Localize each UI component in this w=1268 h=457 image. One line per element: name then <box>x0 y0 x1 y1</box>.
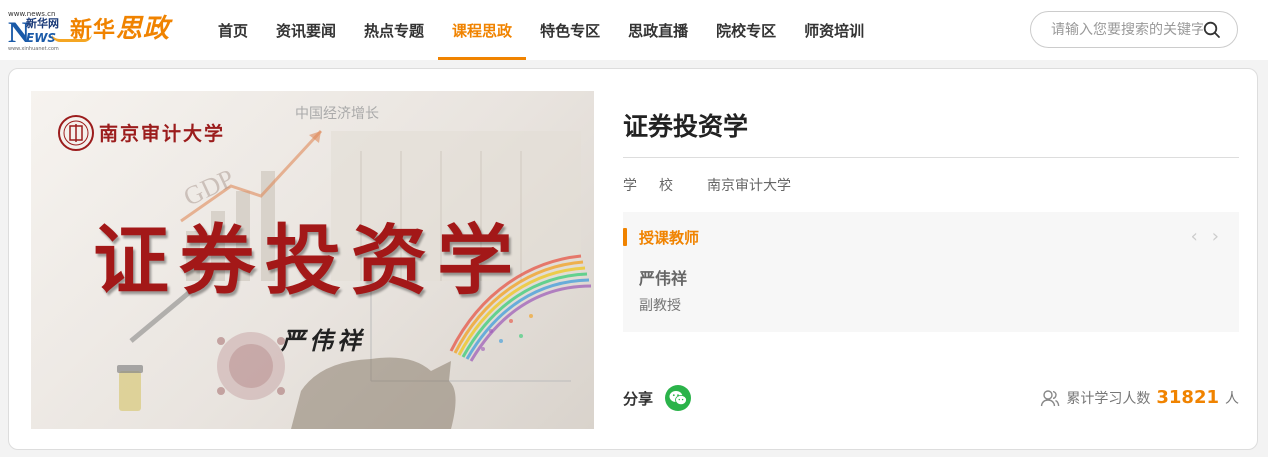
users-icon <box>1041 389 1060 406</box>
search-box <box>1030 11 1238 48</box>
teacher-panel: 授课教师 ‹ › 严伟祥 副教授 <box>623 212 1239 332</box>
search-icon[interactable] <box>1203 21 1221 39</box>
learner-stats: 累计学习人数 31821 人 <box>1040 387 1239 408</box>
stats-label: 累计学习人数 <box>1066 391 1151 407</box>
course-info-panel: 证券投资学 学校 南京审计大学 授课教师 ‹ › 严伟祥 副教授 分享 累计学习… <box>623 69 1239 451</box>
wechat-icon <box>669 391 687 405</box>
cover-econ-label: 中国经济增长 <box>295 106 379 122</box>
cover-teacher-name: 严伟祥 <box>281 326 365 355</box>
teacher-name: 严伟祥 <box>639 269 688 288</box>
nav-item-news[interactable]: 资讯要闻 <box>262 0 350 60</box>
school-value: 南京审计大学 <box>707 178 791 194</box>
nav-item-featured[interactable]: 特色专区 <box>526 0 614 60</box>
course-card: 南京审计大学 中国经济增长 GDP 证券投资学 严伟祥 证券投资学 学校 南京审… <box>8 68 1258 450</box>
course-cover-image: 南京审计大学 中国经济增长 GDP 证券投资学 严伟祥 <box>31 91 594 429</box>
teacher-rank: 副教授 <box>639 298 681 314</box>
teacher-accent-bar <box>623 228 627 246</box>
chevron-left-icon[interactable]: ‹ <box>1191 228 1198 246</box>
share-label: 分享 <box>623 389 654 408</box>
course-title: 证券投资学 <box>623 112 749 141</box>
teacher-heading: 授课教师 <box>639 228 700 247</box>
cover-course-title: 证券投资学 <box>93 216 523 305</box>
nav-item-home[interactable]: 首页 <box>204 0 262 60</box>
nav-item-live[interactable]: 思政直播 <box>614 0 702 60</box>
teacher-pager: ‹ › <box>1191 228 1219 246</box>
brand-part-a: 新华 <box>70 18 117 43</box>
cover-university-name: 南京审计大学 <box>99 123 226 145</box>
search-input[interactable] <box>1051 21 1203 38</box>
nav-item-teacher-training[interactable]: 师资培训 <box>790 0 878 60</box>
nav-item-hot-topics[interactable]: 热点专题 <box>350 0 438 60</box>
stats-count: 31821 <box>1156 387 1219 408</box>
school-row: 学校 南京审计大学 <box>623 175 791 195</box>
logo-sub-text: www.xinhuanet.com <box>8 46 59 52</box>
brand-part-b: 思政 <box>116 14 171 44</box>
teacher-header: 授课教师 <box>623 228 700 247</box>
stats-unit: 人 <box>1225 391 1239 407</box>
title-divider <box>623 157 1239 158</box>
wechat-share-button[interactable] <box>665 385 692 411</box>
chevron-right-icon[interactable]: › <box>1212 228 1219 246</box>
school-label: 学校 <box>623 178 695 194</box>
logo-xhw-text: 新华网 <box>26 17 59 30</box>
share-row: 分享 <box>623 385 692 411</box>
top-header: www.news.cn N 新华网 EWS www.xinhuanet.com … <box>0 0 1268 60</box>
main-nav: 首页 资讯要闻 热点专题 课程思政 特色专区 思政直播 院校专区 师资培训 <box>204 0 878 60</box>
nav-item-colleges[interactable]: 院校专区 <box>702 0 790 60</box>
brand-name: 新华思政 <box>70 14 170 46</box>
xinhua-news-logo: www.news.cn N 新华网 EWS www.xinhuanet.com <box>8 10 70 52</box>
site-logo[interactable]: www.news.cn N 新华网 EWS www.xinhuanet.com … <box>8 8 180 52</box>
nav-item-course-ideology[interactable]: 课程思政 <box>438 0 527 60</box>
